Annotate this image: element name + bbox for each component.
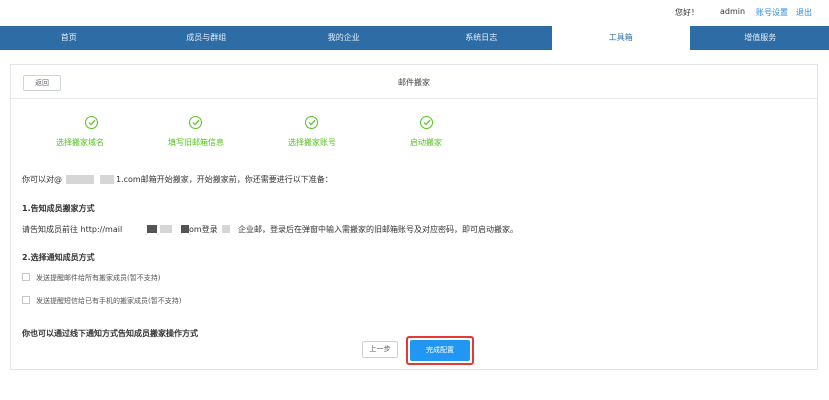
section1-text-suffix: 企业邮，登录后在弹窗中输入需搬家的旧邮箱账号及对应密码，即可启动搬家。 (238, 225, 518, 234)
notify-email-checkbox[interactable] (22, 273, 30, 281)
migration-panel: 返回 邮件搬家 (10, 64, 818, 370)
account-settings-link[interactable]: 账号设置 (756, 7, 788, 18)
step-check-icon (305, 116, 318, 129)
section2-title: 2.选择通知成员方式 (22, 253, 95, 262)
redacted-block (147, 225, 157, 233)
nav-item-home[interactable]: 首页 (0, 26, 138, 50)
previous-step-button[interactable]: 上一步 (362, 341, 398, 358)
section1-text-prefix: 请告知成员前往 http://mail (22, 225, 123, 234)
section1-title: 1.告知成员搬家方式 (22, 204, 95, 213)
step-label-select-domain: 选择搬家域名 (56, 138, 104, 147)
intro-text-prefix: 你可以对@ (22, 175, 62, 184)
finish-config-button[interactable]: 完成配置 (410, 340, 470, 361)
redacted-block (100, 175, 114, 184)
offline-note: 你也可以通过线下通知方式告知成员搬家操作方式 (22, 329, 198, 338)
step-label-select-accounts: 选择搬家账号 (288, 138, 336, 147)
notify-sms-label: 发送提醒短信给已有手机的搬家成员(暂不支持) (36, 297, 182, 305)
nav-item-my-enterprise[interactable]: 我的企业 (275, 26, 413, 50)
greeting-text: 您好！ (675, 8, 699, 17)
nav-item-toolbox[interactable]: 工具箱 (552, 26, 690, 50)
nav-item-value-added[interactable]: 增值服务 (692, 26, 829, 50)
notify-email-label: 发送提醒邮件给所有搬家成员(暂不支持) (36, 274, 161, 282)
nav-item-system-log[interactable]: 系统日志 (413, 26, 551, 50)
step-check-icon (85, 116, 98, 129)
redacted-block (160, 225, 172, 233)
page-title: 邮件搬家 (398, 78, 430, 87)
logout-link[interactable]: 退出 (796, 7, 812, 18)
step-label-start-migration: 启动搬家 (410, 138, 442, 147)
step-check-icon (189, 116, 202, 129)
top-bar: 您好！ admin 账号设置 退出 (0, 0, 829, 24)
username-text: admin (720, 7, 746, 16)
redacted-block (222, 225, 230, 233)
section1-text-mid: om登录 (189, 225, 218, 234)
intro-text-suffix: 1.com邮箱开始搬家，开始搬家前，你还需要进行以下准备： (116, 175, 333, 184)
panel-header: 返回 邮件搬家 (11, 65, 817, 99)
nav-item-members-groups[interactable]: 成员与群组 (138, 26, 276, 50)
main-nav: 首页 成员与群组 我的企业 系统日志 工具箱 增值服务 (0, 26, 829, 50)
notify-sms-checkbox[interactable] (22, 296, 30, 304)
redacted-block (181, 225, 189, 233)
redacted-block (66, 175, 94, 184)
step-check-icon (420, 116, 433, 129)
step-label-old-mailbox: 填写旧邮箱信息 (168, 138, 224, 147)
